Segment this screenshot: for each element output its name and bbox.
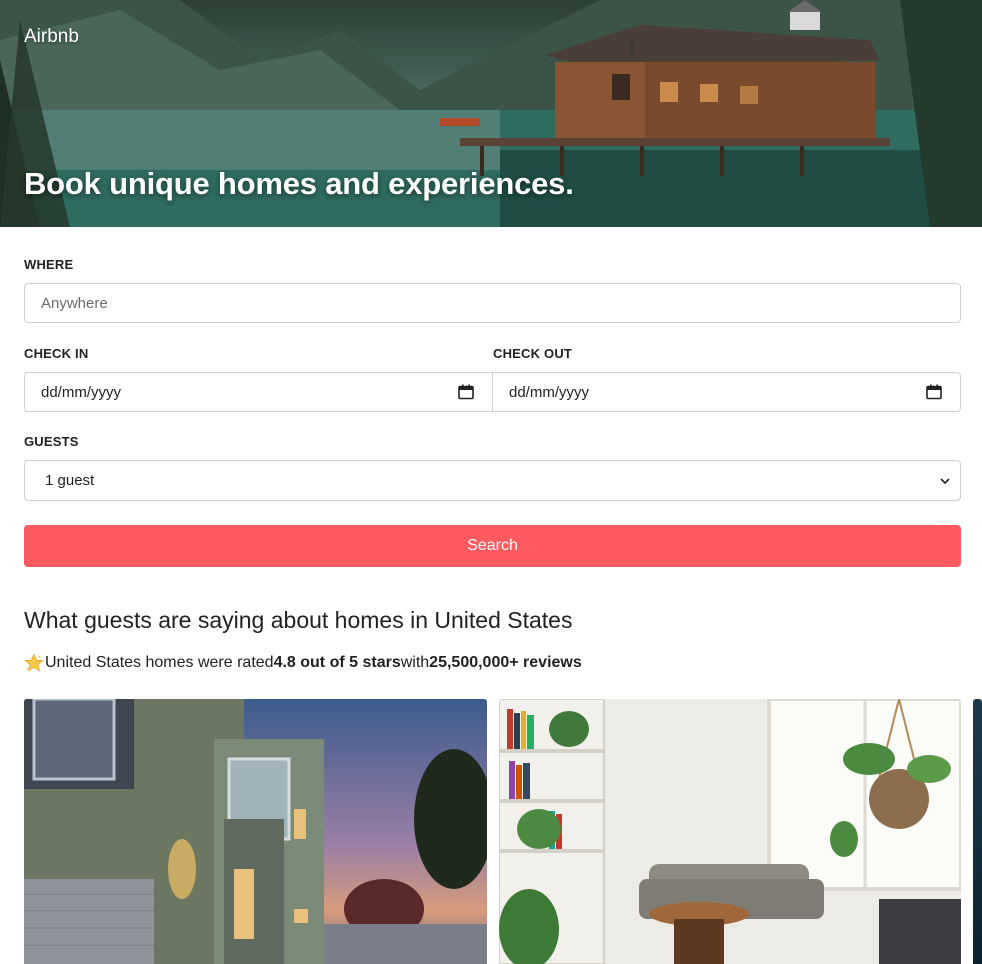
calendar-icon[interactable] [458,384,474,400]
living-room-photo [499,699,961,964]
check-in-value: dd/mm/yyyy [41,383,122,401]
check-in-date-input[interactable]: dd/mm/yyyy [24,372,493,412]
where-placeholder: Anywhere [41,294,108,312]
hero-banner: Airbnb Book unique homes and experiences… [0,0,982,227]
where-input[interactable]: Anywhere [24,283,961,323]
brand-logo-text[interactable]: Airbnb [24,26,79,48]
home-photo-card[interactable] [24,699,487,964]
chevron-down-icon [940,478,950,485]
reviews-heading: What guests are saying about homes in Un… [24,607,573,633]
check-out-value: dd/mm/yyyy [509,383,590,401]
guests-label: GUESTS [24,434,79,449]
home-photo-card[interactable] [499,699,961,964]
modern-house-photo [24,699,487,964]
home-photo-card-partial[interactable] [973,699,982,964]
guests-select[interactable]: 1 guest [24,460,961,501]
guests-selected-value: 1 guest [45,472,95,489]
check-out-label: CHECK OUT [493,346,573,361]
search-button[interactable]: Search [24,525,961,567]
rating-middle-text: with [400,654,430,671]
check-out-date-input[interactable]: dd/mm/yyyy [492,372,961,412]
rating-prefix-text: United States homes were rated [45,654,274,671]
calendar-icon[interactable] [926,384,942,400]
review-count: 25,500,000+ reviews [429,654,582,671]
hero-title: Book unique homes and experiences. [24,166,574,201]
check-in-label: CHECK IN [24,346,89,361]
star-icon [24,653,44,672]
rating-value: 4.8 out of 5 stars [273,654,401,671]
where-label: WHERE [24,257,74,272]
rating-summary: United States homes were rated 4.8 out o… [24,653,582,673]
